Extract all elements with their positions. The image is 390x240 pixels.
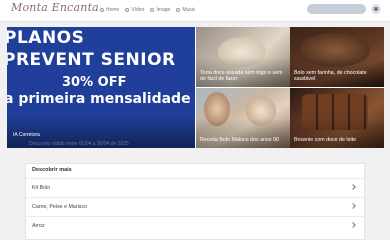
recipe-card-title: Brownie com doce de leite [294, 137, 357, 143]
nav-menu: Home Vídeo Image Music [100, 7, 195, 13]
home-icon [100, 8, 104, 12]
promo-line: 30% OFF [62, 75, 127, 90]
section-title: Descobrir mais [32, 167, 72, 173]
recipe-card-title: Bolo sem farinha, de chocolate saudável [294, 70, 367, 82]
nav-item-home[interactable]: Home [100, 7, 119, 13]
nav-item-label: Vídeo [131, 7, 145, 13]
promo-line: PREVENT SENIOR [7, 50, 176, 70]
chevron-right-icon [350, 184, 356, 190]
card-gradient [196, 118, 290, 148]
list-item-label: Arroz [32, 223, 45, 229]
list-item-label: Carne, Peixe e Marisco [32, 204, 88, 210]
recipe-card[interactable]: Bolo sem farinha, de chocolate saudável [290, 27, 384, 87]
nav-item-label: Home [106, 7, 120, 13]
promo-card[interactable]: PLANOS PREVENT SENIOR 30% OFF a primeira… [7, 27, 195, 148]
recipe-card-title: Torta doce assada sem trigo e sem de fác… [200, 70, 283, 82]
list-item-label: Kit Bolo [32, 185, 51, 191]
promo-card-date: Desconto válido entre 01/04 a 30/04 de 2… [29, 141, 129, 147]
promo-card-title: IA Corretora [13, 132, 40, 138]
recipe-card[interactable]: Torta doce assada sem trigo e sem de fác… [196, 27, 290, 87]
nav-item-music[interactable]: Music [176, 7, 195, 13]
recipe-card[interactable]: Receita Bolo Maluco dos anos 90 [196, 88, 290, 148]
nav-item-video[interactable]: Vídeo [125, 7, 144, 13]
featured-grid: PLANOS PREVENT SENIOR 30% OFF a primeira… [7, 27, 384, 148]
promo-line: a primeira mensalidade [7, 91, 191, 107]
list-item[interactable]: Carne, Peixe e Marisco [26, 197, 364, 216]
promo-line: PLANOS [7, 28, 85, 48]
recipe-card[interactable]: Brownie com doce de leite [290, 88, 384, 148]
recipe-card-title: Receita Bolo Maluco dos anos 90 [200, 137, 279, 143]
list-item[interactable]: Kit Bolo [26, 178, 364, 197]
list-item[interactable]: Arroz [26, 216, 364, 235]
music-icon [176, 8, 181, 12]
site-logo[interactable]: Monta Encanta [11, 1, 99, 14]
chevron-right-icon [350, 222, 356, 228]
image-icon [150, 8, 155, 12]
search-input[interactable] [307, 4, 366, 14]
user-icon [374, 7, 378, 11]
top-bar: Monta Encanta Home Vídeo Image Music [0, 0, 390, 22]
nav-item-image[interactable]: Image [150, 7, 170, 13]
chevron-right-icon [350, 203, 356, 209]
nav-item-label: Image [156, 7, 171, 13]
discover-more-panel: Descobrir mais Kit Bolo Carne, Peixe e M… [25, 163, 365, 240]
card-gradient [290, 118, 384, 148]
nav-item-label: Music [182, 7, 196, 13]
profile-button[interactable] [371, 4, 381, 14]
video-icon [125, 8, 130, 12]
